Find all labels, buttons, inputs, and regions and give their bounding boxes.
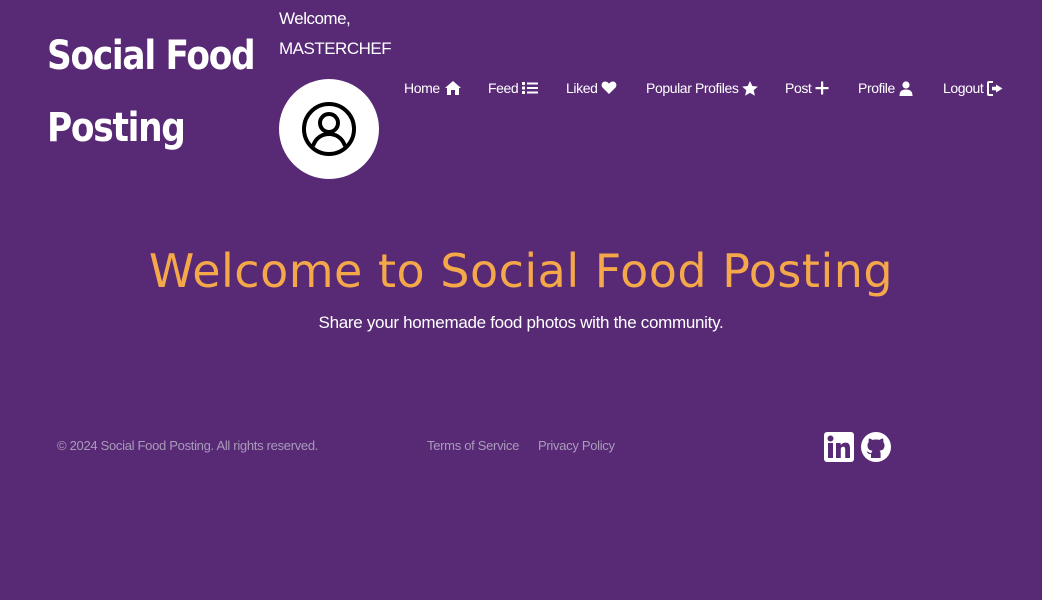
avatar[interactable] <box>279 79 379 179</box>
hero-title: Welcome to Social Food Posting <box>148 244 894 298</box>
heart-icon <box>602 81 617 94</box>
plus-icon <box>815 81 829 95</box>
home-icon <box>444 81 461 95</box>
nav-logout[interactable]: Logout <box>943 80 1004 96</box>
welcome-label: Welcome, <box>279 9 351 28</box>
hero-subtitle: Share your homemade food photos with the… <box>318 313 724 332</box>
nav-home-label: Home <box>404 80 440 96</box>
nav-home[interactable]: Home <box>404 80 462 96</box>
linkedin-icon <box>824 432 854 462</box>
nav-post-label: Post <box>785 80 812 96</box>
user-icon <box>899 80 913 96</box>
nav-feed[interactable]: Feed <box>488 80 539 96</box>
nav-feed-label: Feed <box>488 80 519 96</box>
star-icon <box>742 80 759 96</box>
logout-icon <box>987 80 1003 96</box>
nav-profile[interactable]: Profile <box>858 80 913 96</box>
username: MASTERCHEF <box>279 39 392 58</box>
nav-liked[interactable]: Liked <box>566 80 617 96</box>
brand-line-1: Social Food <box>47 33 256 79</box>
nav-post[interactable]: Post <box>785 80 829 96</box>
brand-line-2: Posting <box>47 105 186 151</box>
github-icon <box>861 432 891 462</box>
terms-of-service-link[interactable]: Terms of Service <box>427 438 519 453</box>
list-icon <box>522 82 539 94</box>
brand-logo[interactable]: Social Food Posting <box>47 20 256 164</box>
nav-liked-label: Liked <box>566 80 598 96</box>
nav-logout-label: Logout <box>943 80 984 96</box>
nav-popular-profiles-label: Popular Profiles <box>646 80 739 96</box>
privacy-policy-link[interactable]: Privacy Policy <box>538 438 615 453</box>
nav-profile-label: Profile <box>858 80 895 96</box>
welcome-message: Welcome, MASTERCHEF <box>279 4 392 64</box>
footer-copyright: © 2024 Social Food Posting. All rights r… <box>57 438 319 453</box>
github-link[interactable] <box>860 431 892 463</box>
nav-popular-profiles[interactable]: Popular Profiles <box>646 80 759 96</box>
linkedin-link[interactable] <box>823 431 855 463</box>
user-circle-icon <box>302 102 356 156</box>
